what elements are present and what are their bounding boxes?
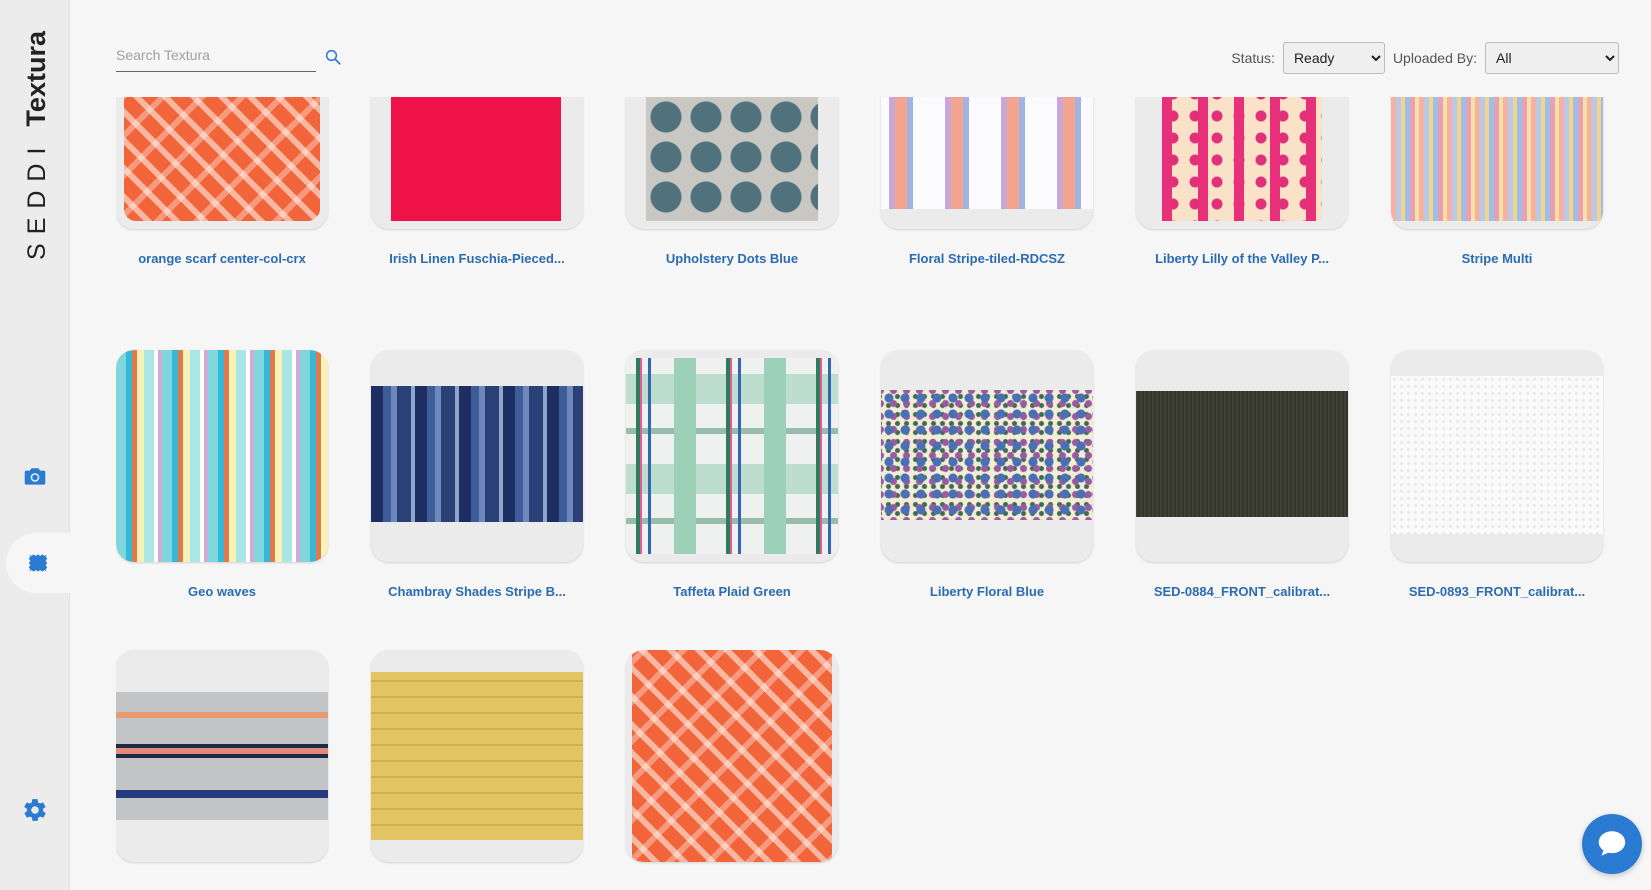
sidebar: SEDDI Textura [0, 0, 70, 890]
material-thumbnail [371, 350, 583, 562]
fabric-swatch-icon [28, 554, 48, 572]
material-title: Chambray Shades Stripe B... [388, 584, 566, 599]
material-card[interactable]: SED-0884_FRONT_calibrat... [1136, 350, 1348, 599]
chat-bubble-icon [1598, 831, 1626, 856]
material-thumbnail [1136, 97, 1348, 229]
material-card[interactable]: Liberty Lilly of the Valley P... [1136, 97, 1348, 266]
brand-name: Textura [20, 30, 51, 127]
material-card[interactable]: Upholstery Dots Blue [626, 97, 838, 266]
texture-swatch [371, 386, 583, 522]
material-thumbnail [881, 97, 1093, 229]
uploaded-by-label: Uploaded By: [1392, 50, 1477, 66]
status-label: Status: [1231, 50, 1275, 66]
texture-swatch [1391, 376, 1603, 534]
material-title: Liberty Lilly of the Valley P... [1155, 251, 1329, 266]
material-title: SED-0884_FRONT_calibrat... [1153, 584, 1331, 599]
material-card[interactable] [371, 650, 583, 884]
material-thumbnail [371, 650, 583, 862]
material-card[interactable]: SED-0893_FRONT_calibrat... [1391, 350, 1603, 599]
material-thumbnail [1136, 350, 1348, 562]
texture-swatch [116, 350, 328, 562]
uploaded-by-select[interactable]: All [1485, 42, 1619, 74]
material-card[interactable]: Geo waves [116, 350, 328, 599]
material-title: Floral Stripe-tiled-RDCSZ [908, 251, 1065, 266]
material-thumbnail [1391, 350, 1603, 562]
brand-logo: SEDDI Textura [20, 31, 52, 260]
filter-bar: Status: Ready Uploaded By: All [1231, 42, 1619, 74]
texture-swatch [1162, 97, 1322, 221]
material-thumbnail [626, 97, 838, 229]
material-thumbnail [116, 97, 328, 229]
texture-swatch [124, 97, 320, 221]
material-title: Liberty Floral Blue [929, 584, 1045, 599]
material-card[interactable] [116, 650, 328, 884]
material-thumbnail [1391, 97, 1603, 229]
chat-button[interactable] [1582, 814, 1642, 874]
material-thumbnail [626, 350, 838, 562]
material-title: Geo waves [188, 584, 256, 599]
material-card[interactable]: Irish Linen Fuschia-Pieced... [371, 97, 583, 266]
texture-swatch [1391, 97, 1603, 221]
material-thumbnail [116, 350, 328, 562]
texture-swatch [371, 672, 583, 840]
material-thumbnail [881, 350, 1093, 562]
texture-swatch [632, 650, 832, 862]
search-icon[interactable] [324, 48, 342, 66]
material-thumbnail [371, 97, 583, 229]
material-card[interactable] [626, 650, 838, 884]
nav-settings-button[interactable] [0, 780, 70, 840]
texture-swatch [116, 692, 328, 820]
material-grid: orange scarf center-col-crx Irish Linen … [116, 97, 1616, 890]
material-card[interactable]: orange scarf center-col-crx [116, 97, 328, 266]
material-card[interactable]: Liberty Floral Blue [881, 350, 1093, 599]
texture-swatch [881, 390, 1093, 520]
material-title: Taffeta Plaid Green [673, 584, 791, 599]
material-title: orange scarf center-col-crx [138, 251, 306, 266]
texture-swatch [646, 97, 818, 221]
material-title: Stripe Multi [1461, 251, 1533, 266]
material-title: Irish Linen Fuschia-Pieced... [389, 251, 565, 266]
texture-swatch [391, 97, 561, 221]
material-thumbnail [626, 650, 838, 862]
brand-prefix: SEDDI [22, 138, 51, 260]
search-field [116, 40, 316, 72]
search-input[interactable] [116, 40, 306, 70]
nav-capture-button[interactable] [0, 446, 70, 506]
material-card[interactable]: Chambray Shades Stripe B... [371, 350, 583, 599]
texture-swatch [626, 358, 838, 554]
camera-icon [24, 468, 46, 485]
material-card[interactable]: Taffeta Plaid Green [626, 350, 838, 599]
material-title: SED-0893_FRONT_calibrat... [1408, 584, 1586, 599]
material-card[interactable]: Stripe Multi [1391, 97, 1603, 266]
texture-swatch [881, 97, 1093, 209]
material-card[interactable]: Floral Stripe-tiled-RDCSZ [881, 97, 1093, 266]
nav-materials-button[interactable] [6, 533, 70, 593]
material-title: Upholstery Dots Blue [665, 251, 799, 266]
material-thumbnail [116, 650, 328, 862]
gear-icon [24, 799, 46, 821]
texture-swatch [1136, 391, 1348, 517]
status-select[interactable]: Ready [1282, 42, 1385, 74]
